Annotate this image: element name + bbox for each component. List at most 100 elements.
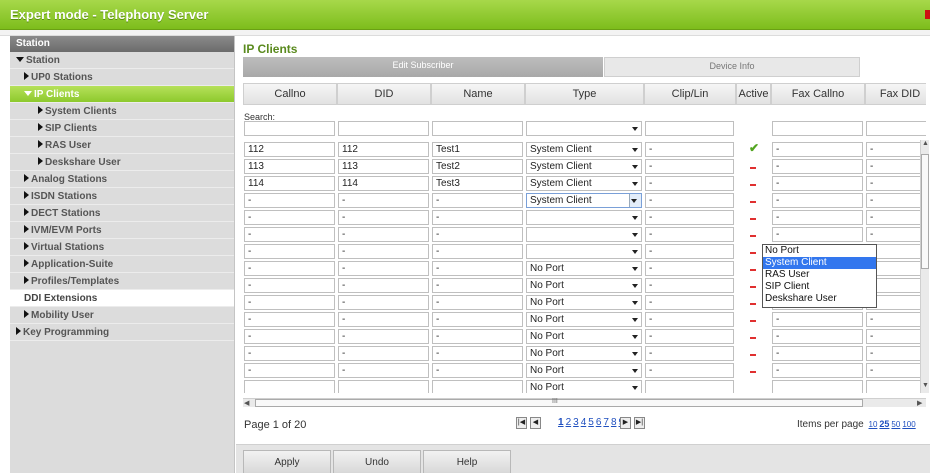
- row-did-field[interactable]: 113: [338, 159, 429, 174]
- row-name-field[interactable]: -: [432, 244, 523, 259]
- inactive-dash-icon[interactable]: [750, 235, 756, 237]
- search-clip-input[interactable]: [645, 121, 734, 136]
- row-name-field[interactable]: -: [432, 261, 523, 276]
- row-name-field[interactable]: Test3: [432, 176, 523, 191]
- chevron-down-icon[interactable]: [632, 386, 638, 390]
- row-did-field[interactable]: -: [338, 295, 429, 310]
- chevron-down-icon[interactable]: [632, 335, 638, 339]
- row-fax-did-field[interactable]: -: [866, 346, 926, 361]
- row-callno-field[interactable]: -: [244, 227, 335, 242]
- row-did-field[interactable]: -: [338, 278, 429, 293]
- scroll-down-icon[interactable]: ▼: [922, 382, 929, 389]
- dropdown-option-ras-user[interactable]: RAS User: [763, 269, 876, 281]
- row-did-field[interactable]: -: [338, 329, 429, 344]
- inactive-dash-icon[interactable]: [750, 184, 756, 186]
- row-callno-field[interactable]: -: [244, 295, 335, 310]
- page-link[interactable]: 3: [573, 417, 579, 428]
- search-fax-callno-input[interactable]: [772, 121, 863, 136]
- per-page-link[interactable]: 25: [879, 419, 889, 429]
- scroll-right-icon[interactable]: ▶: [917, 399, 922, 407]
- sidebar-item-ivm-evm-ports[interactable]: IVM/EVM Ports: [10, 222, 234, 239]
- sidebar-item-ip-clients[interactable]: IP Clients: [10, 86, 234, 103]
- chevron-down-icon[interactable]: [632, 284, 638, 288]
- per-page-link[interactable]: 100: [902, 420, 915, 429]
- inactive-dash-icon[interactable]: [750, 201, 756, 203]
- column-header-did[interactable]: DID: [337, 83, 431, 105]
- row-callno-field[interactable]: -: [244, 210, 335, 225]
- column-header-clip[interactable]: Clip/Lin: [644, 83, 736, 105]
- row-type-select[interactable]: No Port: [526, 346, 642, 361]
- inactive-dash-icon[interactable]: [750, 167, 756, 169]
- page-link[interactable]: 6: [596, 417, 602, 428]
- row-clip-field[interactable]: -: [645, 329, 734, 344]
- row-callno-field[interactable]: 113: [244, 159, 335, 174]
- row-fax-did-field[interactable]: -: [866, 176, 926, 191]
- inactive-dash-icon[interactable]: [750, 354, 756, 356]
- inactive-dash-icon[interactable]: [750, 371, 756, 373]
- row-fax-callno-field[interactable]: -: [772, 142, 863, 157]
- sidebar-item-profiles-templates[interactable]: Profiles/Templates: [10, 273, 234, 290]
- sidebar-item-analog-stations[interactable]: Analog Stations: [10, 171, 234, 188]
- row-type-select[interactable]: No Port: [526, 329, 642, 344]
- row-clip-field[interactable]: -: [645, 227, 734, 242]
- sidebar-item-ddi-extensions[interactable]: DDI Extensions: [10, 290, 234, 307]
- row-did-field[interactable]: 112: [338, 142, 429, 157]
- row-name-field[interactable]: [432, 380, 523, 393]
- chevron-down-icon[interactable]: [632, 267, 638, 271]
- sidebar-item-dect-stations[interactable]: DECT Stations: [10, 205, 234, 222]
- inactive-dash-icon[interactable]: [750, 303, 756, 305]
- per-page-link[interactable]: 10: [869, 420, 878, 429]
- row-type-select[interactable]: No Port: [526, 312, 642, 327]
- row-name-field[interactable]: -: [432, 329, 523, 344]
- row-name-field[interactable]: Test2: [432, 159, 523, 174]
- row-clip-field[interactable]: -: [645, 159, 734, 174]
- sidebar-item-up0-stations[interactable]: UP0 Stations: [10, 69, 234, 86]
- row-clip-field[interactable]: -: [645, 295, 734, 310]
- row-did-field[interactable]: -: [338, 312, 429, 327]
- inactive-dash-icon[interactable]: [750, 252, 756, 254]
- row-type-select[interactable]: No Port: [526, 261, 642, 276]
- scroll-up-icon[interactable]: ▲: [922, 140, 929, 147]
- row-fax-callno-field[interactable]: -: [772, 210, 863, 225]
- row-type-select[interactable]: [526, 244, 642, 259]
- horizontal-scrollbar[interactable]: ◀ III ▶: [243, 398, 926, 407]
- row-fax-did-field[interactable]: -: [866, 193, 926, 208]
- row-fax-did-field[interactable]: -: [866, 210, 926, 225]
- row-fax-did-field[interactable]: -: [866, 159, 926, 174]
- search-name-input[interactable]: [432, 121, 523, 136]
- row-callno-field[interactable]: -: [244, 312, 335, 327]
- row-name-field[interactable]: -: [432, 227, 523, 242]
- page-link[interactable]: 2: [566, 417, 572, 428]
- sidebar-item-system-clients[interactable]: System Clients: [10, 103, 234, 120]
- row-callno-field[interactable]: -: [244, 193, 335, 208]
- search-fax-did-input[interactable]: [866, 121, 926, 136]
- horizontal-scroll-thumb[interactable]: III: [255, 398, 863, 407]
- row-fax-callno-field[interactable]: -: [772, 193, 863, 208]
- row-did-field[interactable]: -: [338, 346, 429, 361]
- sidebar-item-sip-clients[interactable]: SIP Clients: [10, 120, 234, 137]
- sidebar-item-deskshare-user[interactable]: Deskshare User: [10, 154, 234, 171]
- chevron-down-icon[interactable]: [632, 318, 638, 322]
- chevron-down-icon[interactable]: [632, 301, 638, 305]
- row-callno-field[interactable]: -: [244, 346, 335, 361]
- row-fax-did-field[interactable]: -: [866, 329, 926, 344]
- inactive-dash-icon[interactable]: [750, 218, 756, 220]
- row-fax-did-field[interactable]: -: [866, 142, 926, 157]
- page-link[interactable]: 7: [603, 417, 609, 428]
- page-link[interactable]: 1: [558, 417, 564, 428]
- sidebar-item-key-programming[interactable]: Key Programming: [10, 324, 234, 341]
- row-callno-field[interactable]: -: [244, 363, 335, 378]
- row-type-select[interactable]: [526, 227, 642, 242]
- row-fax-callno-field[interactable]: -: [772, 312, 863, 327]
- row-name-field[interactable]: -: [432, 295, 523, 310]
- column-header-fax-callno[interactable]: Fax Callno: [771, 83, 865, 105]
- last-page-icon[interactable]: ▶|: [634, 417, 645, 429]
- sidebar-item-station[interactable]: Station: [10, 52, 234, 69]
- row-clip-field[interactable]: -: [645, 193, 734, 208]
- chevron-down-icon[interactable]: [632, 233, 638, 237]
- inactive-dash-icon[interactable]: [750, 337, 756, 339]
- chevron-down-icon[interactable]: [632, 127, 638, 131]
- row-clip-field[interactable]: -: [645, 312, 734, 327]
- row-fax-callno-field[interactable]: -: [772, 176, 863, 191]
- prev-page-icon[interactable]: ◀: [530, 417, 541, 429]
